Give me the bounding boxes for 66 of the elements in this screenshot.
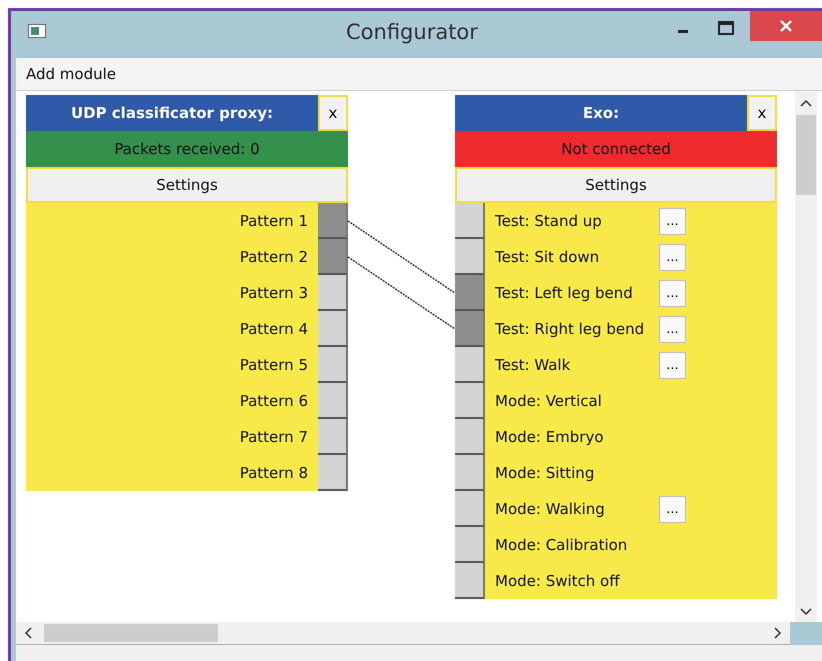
port-handle[interactable] bbox=[318, 275, 348, 311]
port-label: Test: Stand up bbox=[494, 212, 603, 230]
port-label: Mode: Switch off bbox=[494, 572, 621, 590]
port-handle[interactable] bbox=[455, 311, 485, 347]
port-handle[interactable] bbox=[318, 383, 348, 419]
scroll-up-icon[interactable] bbox=[800, 99, 812, 107]
port-label: Pattern 8 bbox=[240, 464, 309, 482]
settings-button[interactable]: Settings bbox=[455, 167, 777, 203]
port-handle[interactable] bbox=[455, 275, 485, 311]
port-label: Test: Sit down bbox=[494, 248, 600, 266]
port-label: Pattern 7 bbox=[240, 428, 309, 446]
port-label: Test: Right leg bend bbox=[494, 320, 646, 338]
scroll-thumb[interactable] bbox=[44, 624, 218, 642]
horizontal-scrollbar[interactable] bbox=[16, 622, 790, 645]
port-label: Mode: Walking bbox=[494, 500, 606, 518]
port-handle[interactable] bbox=[455, 347, 485, 383]
status-banner: Packets received: 0 bbox=[26, 131, 348, 167]
status-banner: Not connected bbox=[455, 131, 777, 167]
options-button[interactable]: ... bbox=[659, 244, 686, 270]
vertical-scrollbar[interactable] bbox=[795, 91, 817, 622]
port-handle[interactable] bbox=[455, 383, 485, 419]
menu-item[interactable]: Add module bbox=[16, 65, 126, 83]
port-label: Pattern 1 bbox=[240, 212, 309, 230]
port-label: Pattern 2 bbox=[240, 248, 309, 266]
port-handle[interactable] bbox=[318, 203, 348, 239]
port-handle[interactable] bbox=[318, 311, 348, 347]
module-title: Exo: bbox=[582, 103, 620, 124]
close-button[interactable]: x bbox=[318, 95, 348, 131]
port-label: Pattern 5 bbox=[240, 356, 309, 374]
port-label: Mode: Vertical bbox=[494, 392, 603, 410]
port-label: Test: Left leg bend bbox=[494, 284, 634, 302]
options-button[interactable]: ... bbox=[659, 496, 686, 522]
port-handle[interactable] bbox=[455, 239, 485, 275]
window-icon bbox=[28, 24, 46, 38]
port-handle[interactable] bbox=[455, 203, 485, 239]
port-handle[interactable] bbox=[455, 455, 485, 491]
options-button[interactable]: ... bbox=[659, 208, 686, 234]
options-button[interactable]: ... bbox=[659, 280, 686, 306]
port-label: Mode: Embryo bbox=[494, 428, 605, 446]
scroll-left-icon[interactable] bbox=[24, 627, 32, 639]
port-handle[interactable] bbox=[455, 419, 485, 455]
port-handle[interactable] bbox=[318, 419, 348, 455]
scroll-right-icon[interactable] bbox=[774, 627, 782, 639]
port-label: Test: Walk bbox=[494, 356, 572, 374]
port-handle[interactable] bbox=[318, 239, 348, 275]
port-handle[interactable] bbox=[455, 491, 485, 527]
close-button[interactable]: x bbox=[747, 95, 777, 131]
module-title: UDP classificator proxy: bbox=[70, 103, 274, 124]
close-button[interactable] bbox=[750, 11, 822, 41]
close-icon bbox=[779, 19, 793, 33]
maximize-icon[interactable] bbox=[718, 21, 734, 35]
port-label: Mode: Sitting bbox=[494, 464, 596, 482]
settings-button[interactable]: Settings bbox=[26, 167, 348, 203]
port-handle[interactable] bbox=[455, 527, 485, 563]
port-label: Pattern 6 bbox=[240, 392, 309, 410]
port-handle[interactable] bbox=[318, 455, 348, 491]
scroll-thumb[interactable] bbox=[796, 115, 816, 195]
options-button[interactable]: ... bbox=[659, 352, 686, 378]
options-button[interactable]: ... bbox=[659, 316, 686, 342]
window-title: Configurator bbox=[346, 20, 478, 44]
scroll-down-icon[interactable] bbox=[800, 608, 812, 616]
port-label: Pattern 3 bbox=[240, 284, 309, 302]
port-label: Pattern 4 bbox=[240, 320, 309, 338]
port-label: Mode: Calibration bbox=[494, 536, 628, 554]
port-handle[interactable] bbox=[318, 347, 348, 383]
port-handle[interactable] bbox=[455, 563, 485, 599]
